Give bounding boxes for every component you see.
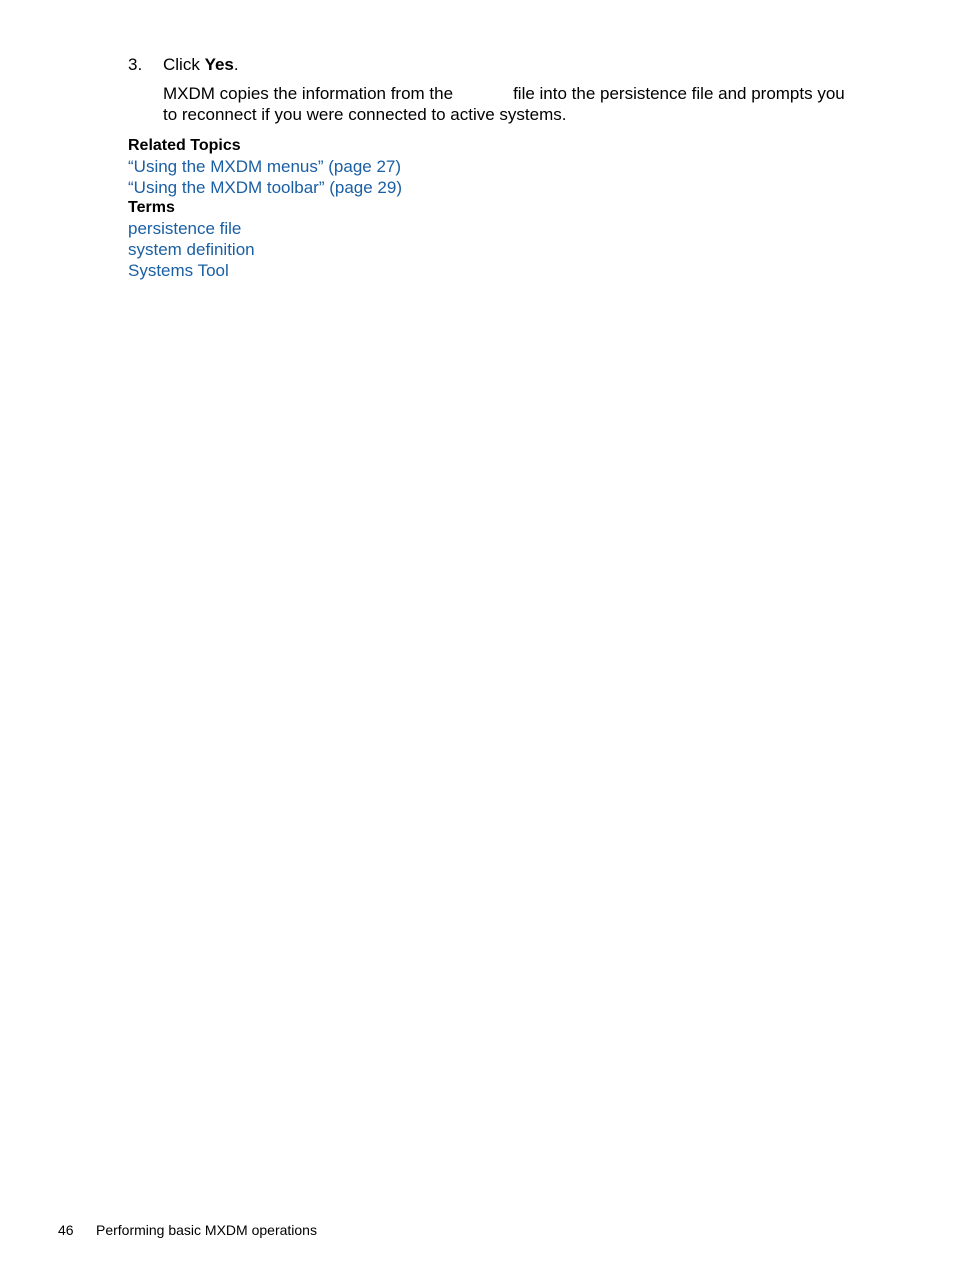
term-link[interactable]: system definition bbox=[128, 240, 255, 260]
term-link[interactable]: persistence file bbox=[128, 219, 241, 239]
related-topic-link[interactable]: “Using the MXDM menus” (page 27) bbox=[128, 157, 401, 177]
step-number: 3. bbox=[128, 55, 143, 74]
page-number: 46 bbox=[58, 1222, 74, 1238]
footer-section-title: Performing basic MXDM operations bbox=[96, 1222, 317, 1238]
related-topics-heading: Related Topics bbox=[128, 137, 241, 154]
step-bold-action: Yes bbox=[204, 55, 234, 74]
description-part-1: MXDM copies the information from the bbox=[163, 84, 454, 103]
step-suffix: . bbox=[233, 55, 239, 74]
term-link[interactable]: Systems Tool bbox=[128, 261, 229, 281]
terms-heading: Terms bbox=[128, 199, 175, 216]
step-prefix: Click bbox=[163, 55, 205, 74]
step-description: MXDM copies the information from the file… bbox=[163, 83, 863, 125]
step-instruction: Click Yes. bbox=[163, 55, 239, 75]
related-topic-link[interactable]: “Using the MXDM toolbar” (page 29) bbox=[128, 178, 402, 198]
